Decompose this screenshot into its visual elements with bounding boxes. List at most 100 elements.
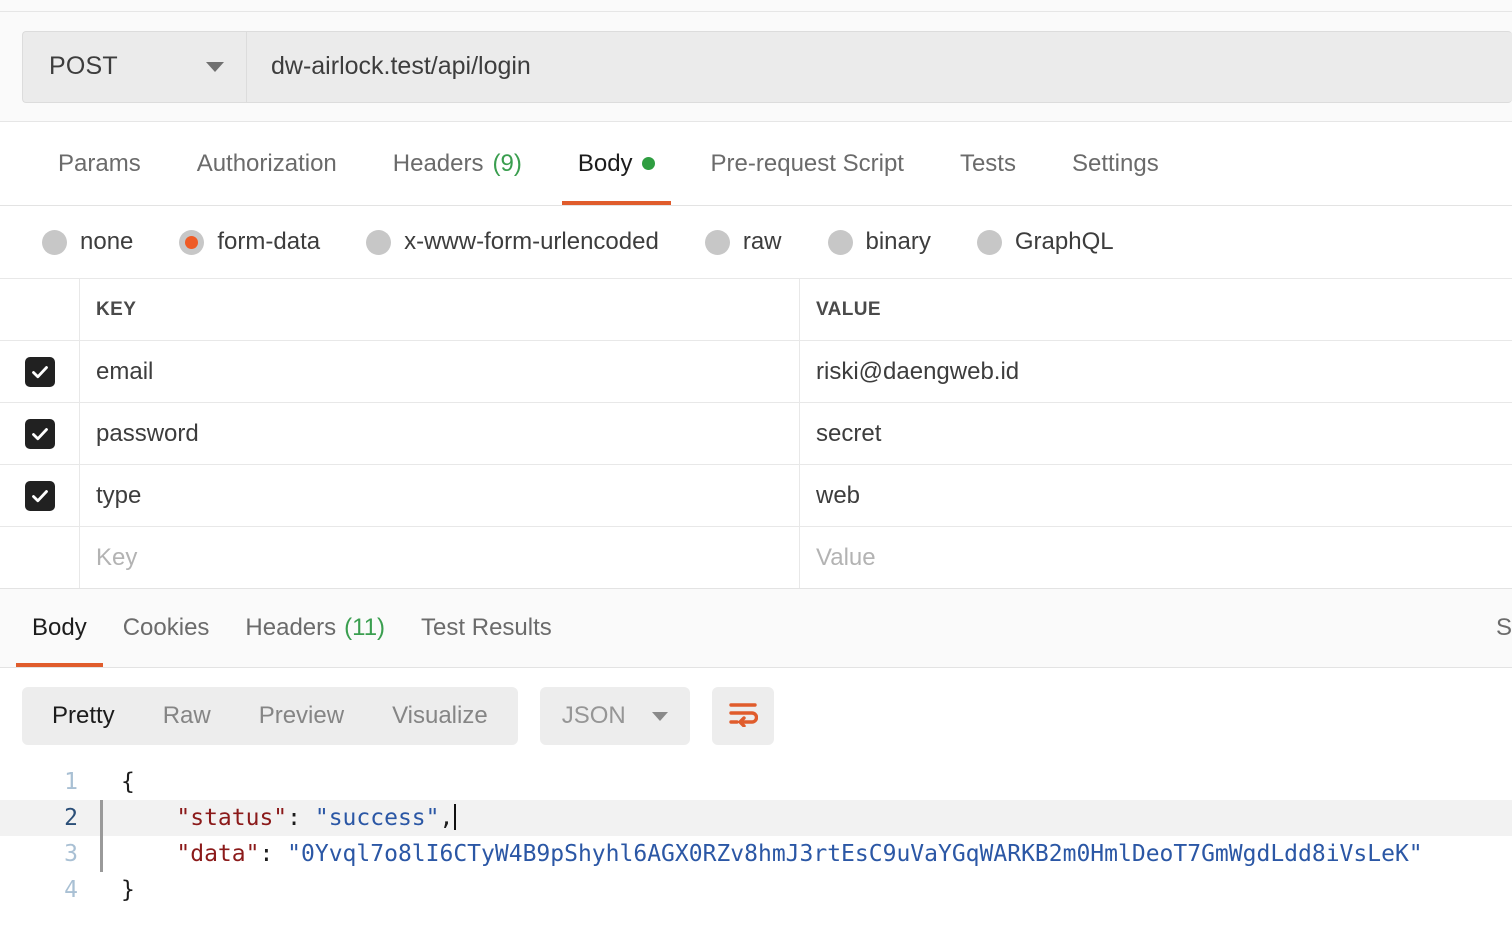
body-type-raw[interactable]: raw: [704, 228, 782, 256]
view-mode-visualize[interactable]: Visualize: [368, 693, 512, 739]
tab-body[interactable]: Body: [550, 122, 683, 205]
row-checkbox-checked-icon[interactable]: [24, 356, 55, 387]
table-header-key: KEY: [80, 279, 800, 340]
response-tab-headers-count: (11): [344, 614, 386, 641]
radio-urlencoded-icon: [366, 229, 392, 255]
body-type-form-data[interactable]: form-data: [179, 228, 320, 256]
tab-tests[interactable]: Tests: [932, 122, 1044, 205]
response-format-label: JSON: [561, 702, 626, 729]
view-mode-visualize-label: Visualize: [392, 702, 488, 729]
request-url-bar: POST dw-airlock.test/api/login: [0, 12, 1512, 122]
row-checkbox-cell: [0, 403, 80, 464]
body-modified-dot-icon: [641, 157, 655, 170]
tab-headers-count: (9): [492, 149, 522, 177]
response-tab-body[interactable]: Body: [14, 589, 105, 667]
code-line-content: "data": "0Yvql7o8lI6CTyW4B9pShyhl6AGX0RZ…: [121, 836, 1423, 872]
request-tabs: Params Authorization Headers (9) Body Pr…: [0, 122, 1512, 206]
radio-form-data-icon: [179, 229, 205, 255]
response-tab-headers-label: Headers: [245, 614, 337, 641]
response-format-select[interactable]: JSON: [539, 687, 690, 745]
row-value-input[interactable]: riski@daengweb.id: [800, 341, 1512, 402]
row-value-input[interactable]: web: [800, 465, 1512, 526]
body-type-binary[interactable]: binary: [827, 228, 931, 256]
tab-settings-label: Settings: [1071, 149, 1159, 177]
table-row: password secret: [0, 402, 1512, 464]
code-token-string: "success": [314, 805, 440, 831]
tab-authorization[interactable]: Authorization: [169, 122, 365, 205]
table-header-checkbox-cell: [0, 279, 80, 340]
row-checkbox-cell: [0, 341, 80, 402]
response-tab-cookies-label: Cookies: [122, 614, 210, 641]
line-number: 2: [64, 805, 78, 831]
word-wrap-icon: [728, 701, 758, 732]
row-checkbox-checked-icon[interactable]: [24, 418, 55, 449]
tab-settings[interactable]: Settings: [1044, 122, 1187, 205]
fold-bar: [100, 872, 103, 908]
body-type-urlencoded-label: x-www-form-urlencoded: [404, 228, 659, 255]
code-line: 1 {: [0, 764, 1512, 800]
http-method-select[interactable]: POST: [23, 31, 247, 102]
view-mode-raw[interactable]: Raw: [139, 693, 235, 739]
table-header-row: KEY VALUE: [0, 278, 1512, 340]
radio-raw-icon: [704, 229, 730, 255]
code-token-punct: {: [121, 769, 135, 795]
new-value-input[interactable]: Value: [800, 527, 1512, 588]
code-token-key: "data": [176, 841, 260, 867]
body-type-graphql[interactable]: GraphQL: [976, 228, 1114, 256]
tab-body-label: Body: [577, 149, 633, 177]
response-tab-test-results[interactable]: Test Results: [403, 589, 570, 667]
response-toolbar: Pretty Raw Preview Visualize JSON: [0, 668, 1512, 764]
response-tab-body-label: Body: [32, 614, 87, 641]
window-top-strip: [0, 0, 1512, 12]
response-tab-headers[interactable]: Headers (11): [227, 589, 403, 667]
table-row: email riski@daengweb.id: [0, 340, 1512, 402]
tab-pre-request-script-label: Pre-request Script: [710, 149, 904, 177]
response-status-label: S: [1496, 614, 1512, 641]
row-key-input[interactable]: email: [80, 341, 800, 402]
code-line-content: {: [121, 764, 135, 800]
body-type-raw-label: raw: [742, 228, 782, 255]
row-key-input[interactable]: password: [80, 403, 800, 464]
response-body-code[interactable]: 1 { 2 "status": "success", 3 "data": "0Y…: [0, 764, 1512, 908]
body-type-urlencoded[interactable]: x-www-form-urlencoded: [366, 228, 659, 256]
request-url-input[interactable]: dw-airlock.test/api/login: [247, 32, 1512, 102]
url-bar-group: POST dw-airlock.test/api/login: [22, 30, 1512, 103]
code-line-content: "status": "success",: [121, 800, 457, 836]
tab-headers-label: Headers: [392, 149, 484, 177]
view-mode-pretty[interactable]: Pretty: [28, 693, 139, 739]
row-key-input[interactable]: type: [80, 465, 800, 526]
fold-bar: [100, 836, 103, 872]
row-checkbox-checked-icon[interactable]: [24, 480, 55, 511]
tab-authorization-label: Authorization: [196, 149, 337, 177]
table-row: type web: [0, 464, 1512, 526]
empty-row-checkbox-cell: [0, 527, 80, 588]
code-token-string: "0Yvql7o8lI6CTyW4B9pShyhl6AGX0RZv8hmJ3rt…: [287, 841, 1423, 867]
tab-headers[interactable]: Headers (9): [365, 122, 550, 205]
radio-none-icon: [42, 229, 67, 255]
tab-params-label: Params: [58, 149, 141, 177]
tab-params[interactable]: Params: [30, 122, 169, 205]
code-line: 4 }: [0, 872, 1512, 908]
chevron-down-icon: [206, 61, 224, 72]
body-type-none[interactable]: none: [42, 228, 133, 256]
response-tab-cookies[interactable]: Cookies: [105, 589, 228, 667]
fold-bar: [100, 764, 103, 800]
view-mode-preview[interactable]: Preview: [235, 693, 368, 739]
line-number: 3: [64, 841, 78, 867]
table-header-value: VALUE: [816, 298, 881, 320]
http-method-label: POST: [49, 52, 118, 80]
tab-pre-request-script[interactable]: Pre-request Script: [683, 122, 932, 205]
body-type-form-data-label: form-data: [217, 228, 321, 255]
row-checkbox-cell: [0, 465, 80, 526]
code-token-punct: :: [287, 805, 315, 831]
word-wrap-toggle[interactable]: [711, 687, 774, 745]
line-number: 4: [64, 877, 78, 903]
code-token-punct: }: [121, 877, 135, 903]
form-data-table: KEY VALUE email riski@daengweb.id passwo…: [0, 278, 1512, 588]
fold-bar: [100, 800, 103, 836]
chevron-down-icon: [651, 711, 668, 721]
row-value-input[interactable]: secret: [800, 403, 1512, 464]
response-tab-test-results-label: Test Results: [421, 614, 552, 641]
view-mode-raw-label: Raw: [162, 702, 211, 729]
new-key-input[interactable]: Key: [80, 527, 800, 588]
